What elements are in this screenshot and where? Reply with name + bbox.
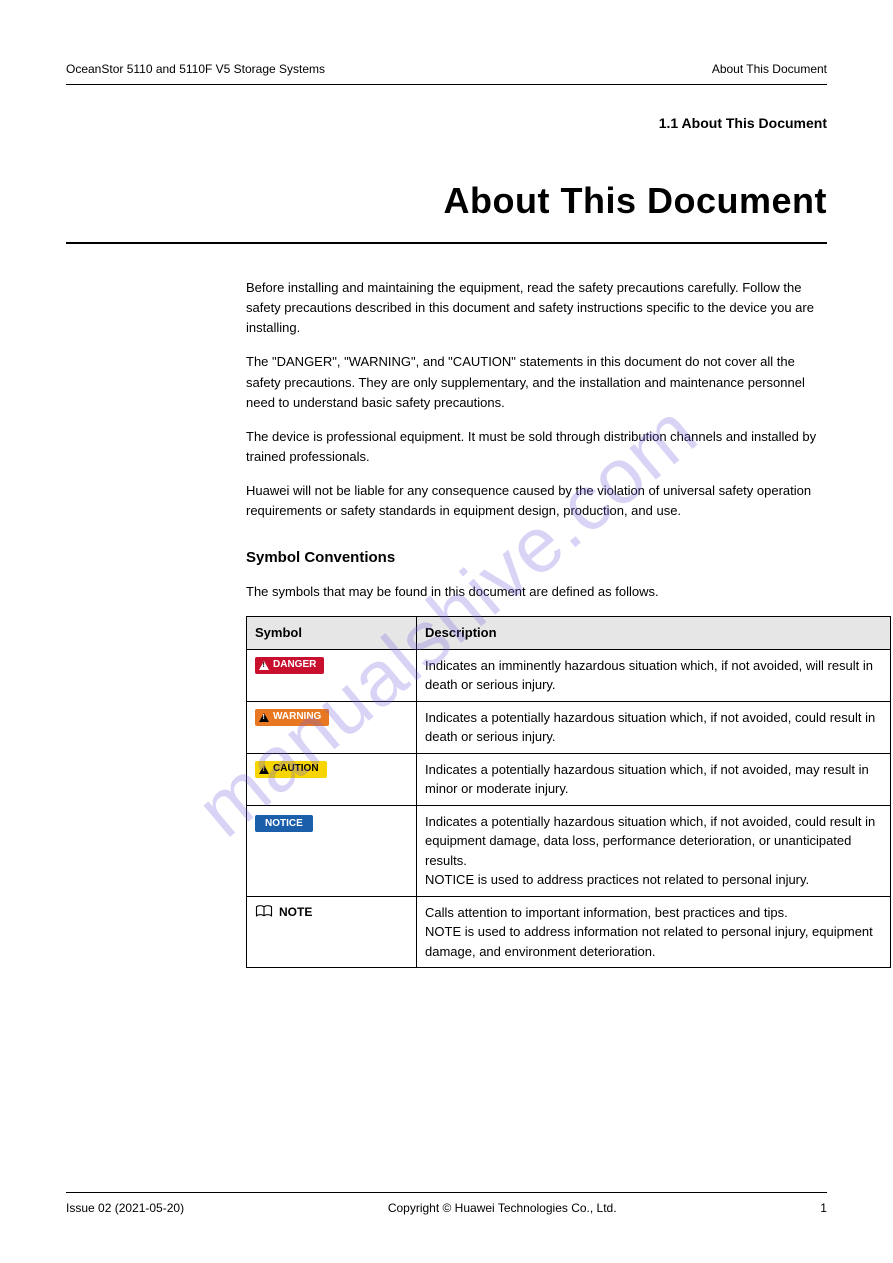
caution-badge: ! CAUTION: [255, 761, 327, 778]
page-title: About This Document: [66, 174, 827, 228]
page-container: OceanStor 5110 and 5110F V5 Storage Syst…: [0, 0, 893, 1263]
danger-badge: ! DANGER: [255, 657, 324, 674]
footer-rule: [66, 1192, 827, 1193]
badge-label: DANGER: [273, 660, 316, 670]
footer-copyright: Copyright © Huawei Technologies Co., Ltd…: [388, 1199, 617, 1217]
book-icon: [255, 905, 273, 919]
th-symbol: Symbol: [247, 617, 417, 650]
table-row: NOTICE Indicates a potentially hazardous…: [247, 805, 891, 896]
symbol-cell-warning: ! WARNING: [247, 701, 417, 753]
intro-paragraph-4: Huawei will not be liable for any conseq…: [246, 481, 827, 521]
symbols-lead-text: The symbols that may be found in this do…: [246, 582, 827, 602]
alert-triangle-icon: !: [259, 661, 269, 670]
symbol-cell-danger: ! DANGER: [247, 649, 417, 701]
alert-triangle-icon: !: [259, 765, 269, 774]
symbol-cell-note: NOTE: [247, 896, 417, 968]
warning-badge: ! WARNING: [255, 709, 329, 726]
intro-paragraph-1: Before installing and maintaining the eq…: [246, 278, 827, 338]
intro-paragraph-2: The "DANGER", "WARNING", and "CAUTION" s…: [246, 352, 827, 412]
table-row: NOTE Calls attention to important inform…: [247, 896, 891, 968]
symbol-cell-caution: ! CAUTION: [247, 753, 417, 805]
intro-paragraph-3: The device is professional equipment. It…: [246, 427, 827, 467]
symbol-conventions-heading: Symbol Conventions: [246, 547, 827, 570]
th-description: Description: [417, 617, 891, 650]
header-rule: [66, 84, 827, 85]
table-row: ! WARNING Indicates a potentially hazard…: [247, 701, 891, 753]
page-header: OceanStor 5110 and 5110F V5 Storage Syst…: [66, 60, 827, 78]
table-row: ! CAUTION Indicates a potentially hazard…: [247, 753, 891, 805]
section-number: 1.1 About This Document: [66, 113, 827, 134]
table-row: ! DANGER Indicates an imminently hazardo…: [247, 649, 891, 701]
symbol-cell-notice: NOTICE: [247, 805, 417, 896]
title-rule: [66, 242, 827, 244]
alert-triangle-icon: !: [259, 713, 269, 722]
desc-cell-danger: Indicates an imminently hazardous situat…: [417, 649, 891, 701]
badge-label: NOTICE: [265, 819, 303, 829]
footer-issue: Issue 02 (2021-05-20): [66, 1199, 184, 1217]
desc-cell-warning: Indicates a potentially hazardous situat…: [417, 701, 891, 753]
footer-page-number: 1: [820, 1199, 827, 1217]
note-badge: NOTE: [255, 903, 408, 921]
desc-cell-caution: Indicates a potentially hazardous situat…: [417, 753, 891, 805]
badge-label: CAUTION: [273, 764, 319, 774]
badge-label: WARNING: [273, 712, 321, 722]
header-left: OceanStor 5110 and 5110F V5 Storage Syst…: [66, 60, 325, 78]
symbols-table: Symbol Description ! DANGER Indicates an…: [246, 616, 891, 968]
notice-badge: NOTICE: [255, 815, 313, 832]
desc-cell-notice: Indicates a potentially hazardous situat…: [417, 805, 891, 896]
page-footer: Issue 02 (2021-05-20) Copyright © Huawei…: [66, 1199, 827, 1217]
header-right: About This Document: [712, 60, 827, 78]
badge-label: NOTE: [279, 903, 312, 921]
table-header-row: Symbol Description: [247, 617, 891, 650]
desc-cell-note: Calls attention to important information…: [417, 896, 891, 968]
